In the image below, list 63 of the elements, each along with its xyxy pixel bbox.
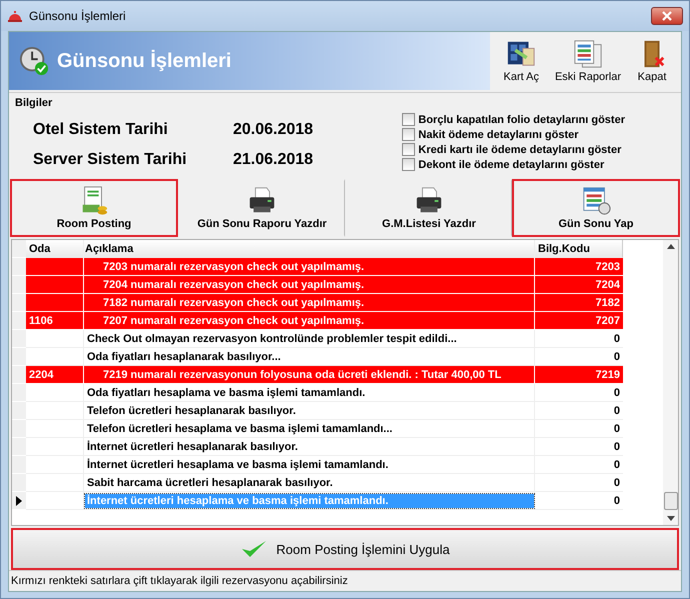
checkbox[interactable] [402,113,416,126]
table-cell: 0 [535,438,623,456]
table-cell: 0 [535,420,623,438]
status-text: Kırmızı renkteki satırlara çift tıklayarak ilgili rezervasyonu açabilirsiniz [11,575,348,587]
bell-icon [7,9,23,23]
row-indicator[interactable] [12,492,26,510]
table-cell: İnternet ücretleri hesaplama ve basma işlemi tamamlandı. [85,494,534,508]
table-cell-text: 7204 numaralı rezervasyon check out yapılmamış. [102,278,366,292]
scroll-down-icon[interactable] [666,516,674,521]
table-cell: 0 [535,456,623,474]
checkbox-label: Kredi kartı ile ödeme detaylarını göster [418,144,622,156]
table-cell-text: İnternet ücretleri hesaplama ve basma işlemi tamamlandı. [86,458,390,472]
checkbox-label: Dekont ile ödeme detaylarını göster [418,158,604,170]
table-cell-text: 7207 numaralı rezervasyon check out yapılmamış. [102,314,366,328]
date-value: 21.06.2018 [233,151,314,169]
table-cell: 0 [535,474,623,492]
table-cell: 0 [535,330,623,348]
action-button[interactable]: Gün Sonu Yap [512,179,680,237]
table-cell: 0 [535,492,623,510]
date-label: Otel Sistem Tarihi [33,121,169,139]
table-cell-text: Sabit harcama ücretleri hesaplanarak basılıyor. [86,476,334,490]
table-cell-text: İnternet ücretleri hesaplanarak basılıyor. [86,440,299,454]
scrollbar[interactable] [663,240,678,525]
report-icon [572,39,603,69]
toolbar-button[interactable]: Kart Aç [498,37,545,85]
apply-button[interactable]: Room Posting İşlemini Uygula [11,528,679,570]
schedule-icon [581,186,611,216]
toolbar-button[interactable]: Eski Raporlar [548,37,627,85]
table-cell: 0 [535,384,623,402]
table-cell: 0 [535,402,623,420]
table-cell-text: 7203 numaralı rezervasyon check out yapılmamış. [102,260,366,274]
table-cell-text: Oda fiyatları hesaplanarak basılıyor... [86,350,282,364]
table-cell: 7207 [535,312,623,330]
date-label: Server Sistem Tarihi [33,151,188,169]
table-cell-text: Oda fiyatları hesaplama ve basma işlemi tamamlandı. [86,386,366,400]
header-title: Günsonu İşlemleri [57,50,232,72]
action-button[interactable]: Room Posting [10,179,178,237]
checkbox-label: Nakit ödeme detaylarını göster [418,128,579,140]
table-cell: 1106 [26,312,84,330]
clock-icon [19,46,49,76]
scroll-up-icon[interactable] [666,244,674,249]
checkbox[interactable] [402,158,416,171]
table-cell-text: Telefon ücretleri hesaplanarak basılıyor. [86,404,297,418]
table-cell: 7204 [535,276,623,294]
table-cell-text: Telefon ücretleri hesaplama ve basma işlemi tamamlandı... [86,422,394,436]
checkbox[interactable] [402,128,416,141]
group-title: Bilgiler [15,97,54,109]
close-button[interactable] [651,7,683,25]
checkbox-label: Borçlu kapatılan folio detaylarını göster [418,114,625,126]
window-title: Günsonu İşlemleri [29,9,127,23]
table-cell: 7203 [535,258,623,276]
table-cell: 7219 [535,366,623,384]
checkmark-icon [240,539,268,559]
date-value: 20.06.2018 [233,121,314,139]
table-cell: 7182 [535,294,623,312]
checkbox[interactable] [402,143,416,156]
table-cell-text: 7219 numaralı rezervasyonun folyosuna oda ücreti eklendi. : Tutar 400,00 TL [102,368,502,382]
table-cell-text: Check Out olmayan rezervasyon kontrolünde problemler tespit edildi... [86,332,458,346]
toolbar-button[interactable]: Kapat [631,37,673,85]
table-cell: 2204 [26,366,84,384]
table-cell-text: 7182 numaralı rezervasyon check out yapılmamış. [102,296,366,310]
scroll-thumb[interactable] [664,492,678,510]
close-icon [662,11,672,21]
